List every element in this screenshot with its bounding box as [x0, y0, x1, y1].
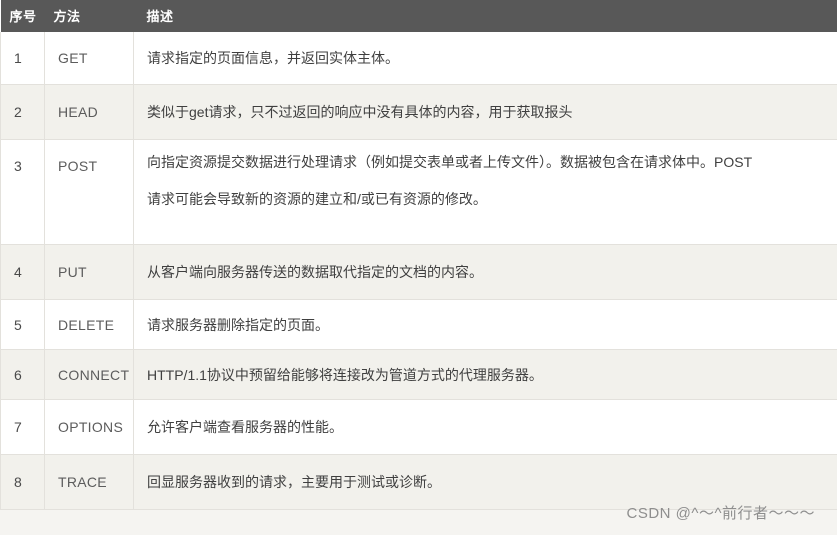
- row-number: 6: [0, 349, 45, 400]
- description-line: HTTP/1.1协议中预留给能够将连接改为管道方式的代理服务器。: [147, 366, 543, 383]
- row-number: 5: [0, 299, 45, 350]
- row-method-name: GET: [44, 32, 134, 85]
- row-method-name: HEAD: [44, 84, 134, 140]
- row-method-name: OPTIONS: [44, 399, 134, 455]
- page-root: 序号 方法 描述 1 GET 请求指定的页面信息，并返回实体主体。 2 HEAD: [0, 0, 837, 535]
- table-row: 2 HEAD 类似于get请求，只不过返回的响应中没有具体的内容，用于获取报头: [0, 84, 837, 140]
- row-method-name: DELETE: [44, 299, 134, 350]
- row-number: 7: [0, 399, 45, 455]
- description-line: 回显服务器收到的请求，主要用于测试或诊断。: [147, 474, 441, 490]
- table-body: 1 GET 请求指定的页面信息，并返回实体主体。 2 HEAD 类似于get请求…: [0, 32, 837, 510]
- table-row: 6 CONNECT HTTP/1.1协议中预留给能够将连接改为管道方式的代理服务…: [0, 349, 837, 400]
- row-description: 向指定资源提交数据进行处理请求（例如提交表单或者上传文件）。数据被包含在请求体中…: [133, 139, 837, 245]
- row-number: 4: [0, 244, 45, 300]
- row-method-name: TRACE: [44, 454, 134, 510]
- table-header-row: 序号 方法 描述: [0, 0, 837, 32]
- table-row: 7 OPTIONS 允许客户端查看服务器的性能。: [0, 399, 837, 455]
- row-description: 类似于get请求，只不过返回的响应中没有具体的内容，用于获取报头: [133, 84, 837, 140]
- column-header-description: 描述: [146, 9, 174, 24]
- column-header-method: 方法: [53, 9, 81, 24]
- table-row: 4 PUT 从客户端向服务器传送的数据取代指定的文档的内容。: [0, 244, 837, 300]
- row-method-name: POST: [44, 139, 134, 245]
- row-method-name: CONNECT: [44, 349, 134, 400]
- row-description: 请求指定的页面信息，并返回实体主体。: [133, 32, 837, 85]
- table-row: 3 POST 向指定资源提交数据进行处理请求（例如提交表单或者上传文件）。数据被…: [0, 139, 837, 245]
- description-line: 请求可能会导致新的资源的建立和/或已有资源的修改。: [147, 191, 487, 207]
- row-number: 2: [0, 84, 45, 140]
- row-method-name: PUT: [44, 244, 134, 300]
- row-number: 8: [0, 454, 45, 510]
- row-description: HTTP/1.1协议中预留给能够将连接改为管道方式的代理服务器。: [133, 349, 837, 400]
- row-number: 1: [0, 32, 45, 85]
- description-line: 请求服务器删除指定的页面。: [147, 316, 329, 333]
- description-line: 从客户端向服务器传送的数据取代指定的文档的内容。: [147, 264, 483, 280]
- description-line: 向指定资源提交数据进行处理请求（例如提交表单或者上传文件）。数据被包含在请求体中…: [147, 154, 753, 170]
- http-methods-table-container: 序号 方法 描述 1 GET 请求指定的页面信息，并返回实体主体。 2 HEAD: [0, 0, 837, 510]
- description-line: 类似于get请求，只不过返回的响应中没有具体的内容，用于获取报头: [147, 104, 573, 120]
- table-header: 序号 方法 描述: [0, 0, 837, 32]
- row-description: 从客户端向服务器传送的数据取代指定的文档的内容。: [133, 244, 837, 300]
- row-number: 3: [0, 139, 45, 245]
- http-methods-table: 序号 方法 描述 1 GET 请求指定的页面信息，并返回实体主体。 2 HEAD: [0, 0, 837, 510]
- description-line: 请求指定的页面信息，并返回实体主体。: [147, 50, 399, 66]
- table-row: 1 GET 请求指定的页面信息，并返回实体主体。: [0, 32, 837, 85]
- table-row: 5 DELETE 请求服务器删除指定的页面。: [0, 299, 837, 350]
- column-header-number: 序号: [9, 9, 37, 24]
- description-line: 允许客户端查看服务器的性能。: [147, 419, 343, 435]
- row-description: 请求服务器删除指定的页面。: [133, 299, 837, 350]
- row-description: 允许客户端查看服务器的性能。: [133, 399, 837, 455]
- csdn-watermark: CSDN @^～^前行者～～～: [626, 505, 815, 522]
